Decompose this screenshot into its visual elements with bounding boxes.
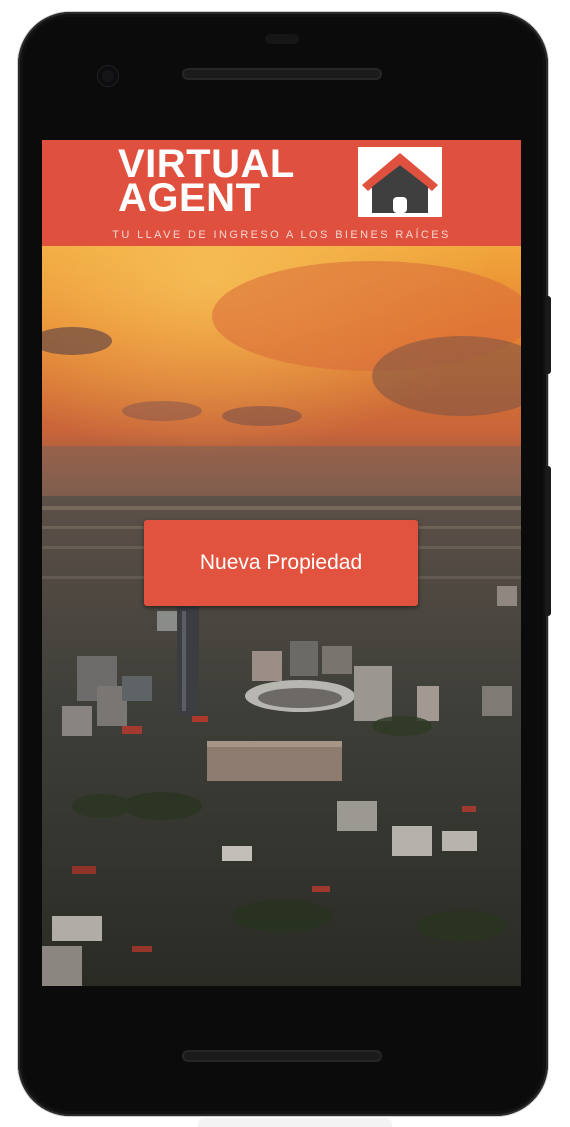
house-icon	[358, 147, 442, 217]
background-city-photo	[42, 246, 521, 986]
earpiece	[265, 34, 299, 44]
app-screen: VIRTUAL AGENT TU LLAVE DE INGRESO A LOS …	[42, 140, 521, 986]
new-property-button[interactable]: Nueva Propiedad	[144, 520, 418, 606]
front-camera	[98, 66, 118, 86]
logo-wordmark: VIRTUAL AGENT	[118, 144, 354, 220]
logo-line-2: AGENT	[118, 176, 261, 220]
power-button	[545, 296, 551, 374]
bottom-tab	[198, 1118, 392, 1127]
top-speaker	[182, 68, 382, 80]
tagline: TU LLAVE DE INGRESO A LOS BIENES RAÍCES	[112, 229, 451, 241]
bottom-speaker	[182, 1050, 382, 1062]
volume-button	[545, 466, 551, 616]
app-header: VIRTUAL AGENT TU LLAVE DE INGRESO A LOS …	[42, 140, 521, 246]
